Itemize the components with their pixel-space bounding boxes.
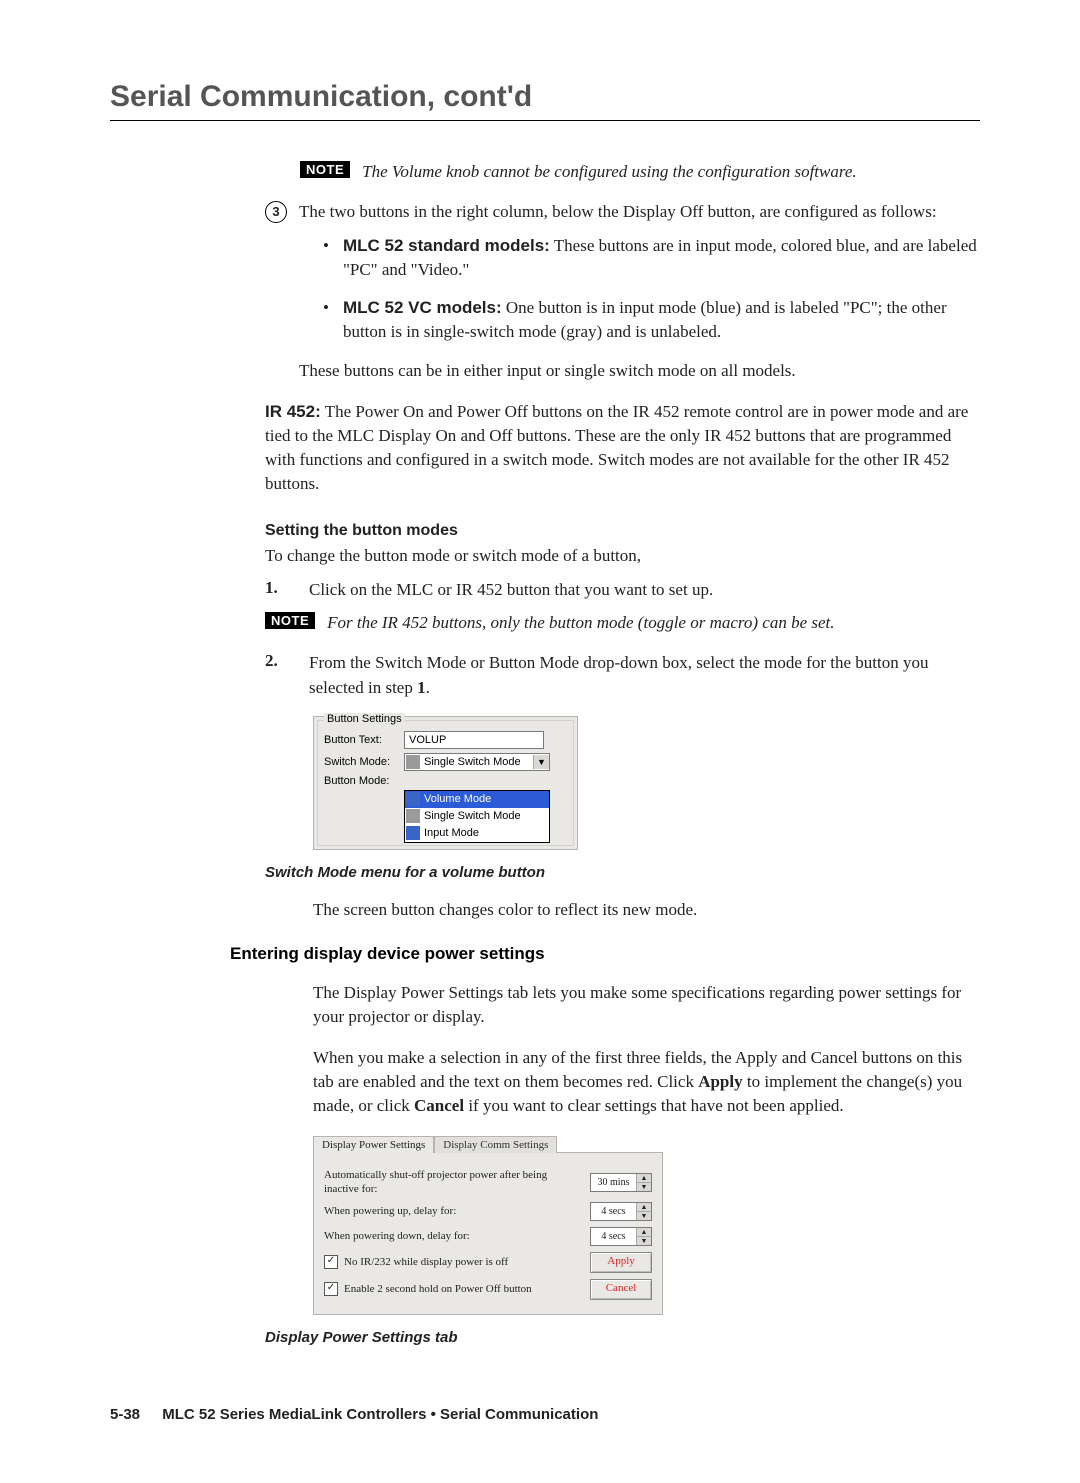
row-no-ir232: ✓ No IR/232 while display power is off A… [324, 1252, 652, 1273]
bullet-label: MLC 52 standard models: [343, 236, 550, 255]
spinner-auto-shutoff[interactable]: 30 mins ▲ ▼ [590, 1173, 652, 1192]
button-settings-panel: Button Settings Button Text: Switch Mode… [313, 716, 578, 850]
cancel-button[interactable]: Cancel [590, 1279, 652, 1300]
input-button-text[interactable] [404, 731, 544, 749]
spinner-up-icon[interactable]: ▲ [637, 1203, 651, 1212]
bullet-dot: • [323, 234, 329, 282]
ir452-paragraph: IR 452: The Power On and Power Off butto… [265, 400, 980, 497]
apply-button[interactable]: Apply [590, 1252, 652, 1273]
ol-step-1: 1. Click on the MLC or IR 452 button tha… [265, 578, 980, 602]
dropdown-item-label: Input Mode [421, 827, 479, 839]
checkbox-no-ir232[interactable]: ✓ [324, 1255, 338, 1269]
note-badge: NOTE [265, 612, 315, 629]
label-switch-mode: Switch Mode: [324, 756, 404, 768]
swatch-icon [406, 826, 420, 840]
bullet-standard-models: • MLC 52 standard models: These buttons … [323, 234, 980, 282]
heading-entering-display-power: Entering display device power settings [230, 944, 980, 964]
label-auto-shutoff: Automatically shut-off projector power a… [324, 1169, 580, 1195]
bullet-label: MLC 52 VC models: [343, 298, 502, 317]
page-footer: 5-38 MLC 52 Series MediaLink Controllers… [110, 1406, 980, 1423]
ol-step2-body: From the Switch Mode or Button Mode drop… [309, 651, 980, 699]
row-enable-2sec-hold: ✓ Enable 2 second hold on Power Off butt… [324, 1279, 652, 1300]
heading-setting-button-modes: Setting the button modes [265, 522, 980, 540]
caption-display-power-settings-tab: Display Power Settings tab [265, 1329, 980, 1346]
note-text: For the IR 452 buttons, only the button … [327, 612, 834, 635]
title-rule [110, 120, 980, 121]
fieldset-legend: Button Settings [324, 713, 405, 725]
after-ui1-text: The screen button changes color to refle… [313, 898, 980, 922]
step3-after: These buttons can be in either input or … [299, 359, 980, 383]
row-switch-mode: Switch Mode: Single Switch Mode ▼ [324, 753, 567, 771]
label-button-text: Button Text: [324, 734, 404, 746]
label-powerdown-delay: When powering down, delay for: [324, 1230, 580, 1243]
checkbox-2sec-hold[interactable]: ✓ [324, 1282, 338, 1296]
row-button-mode: Button Mode: [324, 775, 567, 787]
note-ir452-buttons: NOTE For the IR 452 buttons, only the bu… [265, 612, 980, 635]
setting-modes-intro: To change the button mode or switch mode… [265, 544, 980, 568]
swatch-icon [406, 755, 420, 769]
spinner-down-icon[interactable]: ▼ [637, 1212, 651, 1220]
note-badge: NOTE [300, 161, 350, 178]
spinner-up-icon[interactable]: ▲ [637, 1174, 651, 1183]
row-powerup-delay: When powering up, delay for: 4 secs ▲ ▼ [324, 1202, 652, 1221]
step-3: 3 The two buttons in the right column, b… [265, 200, 980, 383]
section2-p1: The Display Power Settings tab lets you … [313, 981, 980, 1029]
ol-num: 2. [265, 651, 281, 699]
row-powerdown-delay: When powering down, delay for: 4 secs ▲ … [324, 1227, 652, 1246]
note-text: The Volume knob cannot be configured usi… [362, 161, 857, 184]
dropdown-item-single-switch[interactable]: Single Switch Mode [405, 808, 549, 825]
dropdown-switch-mode-open[interactable]: Volume Mode Single Switch Mode Input Mod… [404, 790, 550, 843]
section2-p2: When you make a selection in any of the … [313, 1046, 980, 1118]
spinner-down-icon[interactable]: ▼ [637, 1183, 651, 1191]
spinner-value: 30 mins [591, 1174, 636, 1191]
step3-lead: The two buttons in the right column, bel… [299, 200, 980, 224]
footer-text: MLC 52 Series MediaLink Controllers • Se… [162, 1406, 598, 1423]
checkbox-label: No IR/232 while display power is off [344, 1256, 508, 1268]
ol-step-2: 2. From the Switch Mode or Button Mode d… [265, 651, 980, 699]
chapter-title: Serial Communication, cont'd [110, 80, 980, 114]
spinner-up-icon[interactable]: ▲ [637, 1228, 651, 1237]
dropdown-item-input-mode[interactable]: Input Mode [405, 825, 549, 842]
bullet-vc-models: • MLC 52 VC models: One button is in inp… [323, 296, 980, 344]
label-powerup-delay: When powering up, delay for: [324, 1205, 580, 1218]
dropdown-item-label: Volume Mode [421, 793, 491, 805]
ir452-rest: The Power On and Power Off buttons on th… [265, 402, 968, 493]
checkbox-label: Enable 2 second hold on Power Off button [344, 1283, 532, 1295]
tab-display-power-settings[interactable]: Display Power Settings [313, 1136, 434, 1153]
step-number-3: 3 [265, 201, 287, 223]
caption-switch-mode-menu: Switch Mode menu for a volume button [265, 864, 980, 881]
bullet-dot: • [323, 296, 329, 344]
tab-display-comm-settings[interactable]: Display Comm Settings [434, 1136, 557, 1153]
chevron-down-icon[interactable]: ▼ [533, 755, 549, 769]
spinner-value: 4 secs [591, 1228, 636, 1245]
dropdown-item-volume-mode[interactable]: Volume Mode [405, 791, 549, 808]
label-button-mode: Button Mode: [324, 775, 404, 787]
dropdown-item-label: Single Switch Mode [421, 810, 521, 822]
page-number: 5-38 [110, 1406, 140, 1423]
ol-step1-body: Click on the MLC or IR 452 button that y… [309, 578, 713, 602]
row-button-text: Button Text: [324, 731, 567, 749]
select-switch-mode[interactable]: Single Switch Mode ▼ [404, 753, 550, 771]
row-auto-shutoff: Automatically shut-off projector power a… [324, 1169, 652, 1195]
select-value: Single Switch Mode [421, 756, 533, 768]
note-volume-knob: NOTE The Volume knob cannot be configure… [300, 161, 980, 184]
swatch-icon [406, 792, 420, 806]
ol-num: 1. [265, 578, 281, 602]
swatch-icon [406, 809, 420, 823]
spinner-value: 4 secs [591, 1203, 636, 1220]
spinner-powerup-delay[interactable]: 4 secs ▲ ▼ [590, 1202, 652, 1221]
ir452-label: IR 452: [265, 402, 321, 421]
display-power-settings-panel: Display Power Settings Display Comm Sett… [313, 1135, 663, 1314]
spinner-powerdown-delay[interactable]: 4 secs ▲ ▼ [590, 1227, 652, 1246]
spinner-down-icon[interactable]: ▼ [637, 1237, 651, 1245]
